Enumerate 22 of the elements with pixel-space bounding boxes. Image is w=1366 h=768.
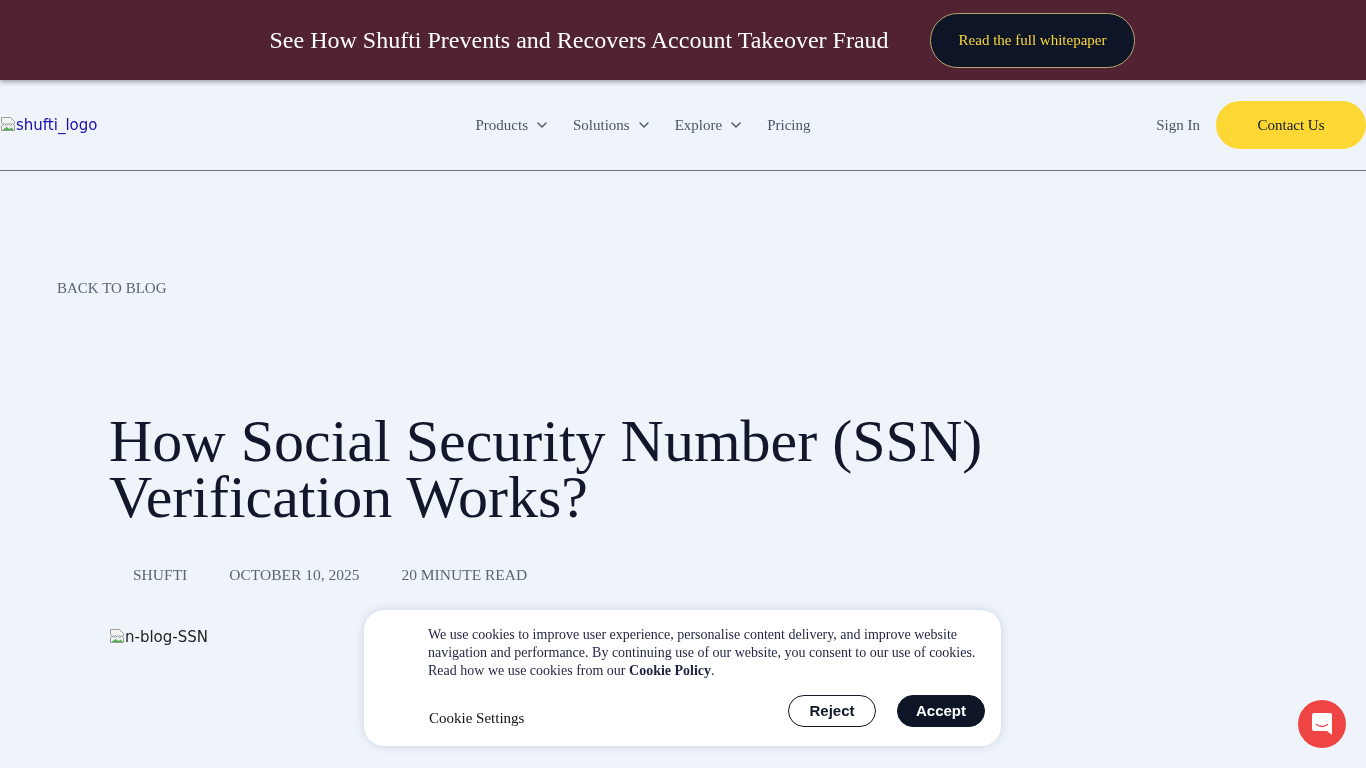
article-meta: OCTOBER 10, 2025 — [229, 566, 360, 584]
nav-link[interactable]: Pricing — [767, 116, 811, 134]
chat-button[interactable] — [1298, 700, 1346, 748]
article-title: How Social Security Number (SSN) Verification Works? — [109, 413, 984, 525]
back-to-blog-link[interactable]: BACK TO BLOG — [57, 279, 167, 297]
cookie-notice-text: We use cookies to improve user experience, personalise content delivery, and improve website navigation and performance. By continuing use of our website, you consent to our use of cookies. Read how we use cookies from our Cookie Policy. — [428, 626, 977, 680]
article-meta: SHUFTI — [133, 566, 188, 584]
nav-link[interactable]: Explore — [674, 116, 742, 134]
whitepaper-button[interactable]: Read the full whitepaper — [929, 12, 1136, 68]
chat-icon — [1311, 712, 1333, 736]
nav-link[interactable]: Products — [475, 116, 547, 134]
article-image-alt-text: n-blog-SSN — [109, 628, 208, 646]
reject-button[interactable]: Reject — [788, 694, 876, 727]
cookie-settings-link[interactable]: Cookie Settings — [429, 710, 525, 727]
accept-button[interactable]: Accept — [897, 694, 985, 727]
announcement-text: See How Shufti Prevents and Recovers Account Takeover Fraud — [269, 26, 889, 54]
broken-image-icon — [109, 628, 125, 644]
contact-button[interactable]: Contact Us — [1216, 101, 1366, 149]
nav-link[interactable]: Solutions — [573, 116, 649, 134]
sign-in-link[interactable]: Sign In — [1156, 116, 1200, 134]
logo-link[interactable]: shufti_logo — [0, 116, 98, 134]
article-meta: 20 MINUTE READ — [401, 566, 528, 584]
